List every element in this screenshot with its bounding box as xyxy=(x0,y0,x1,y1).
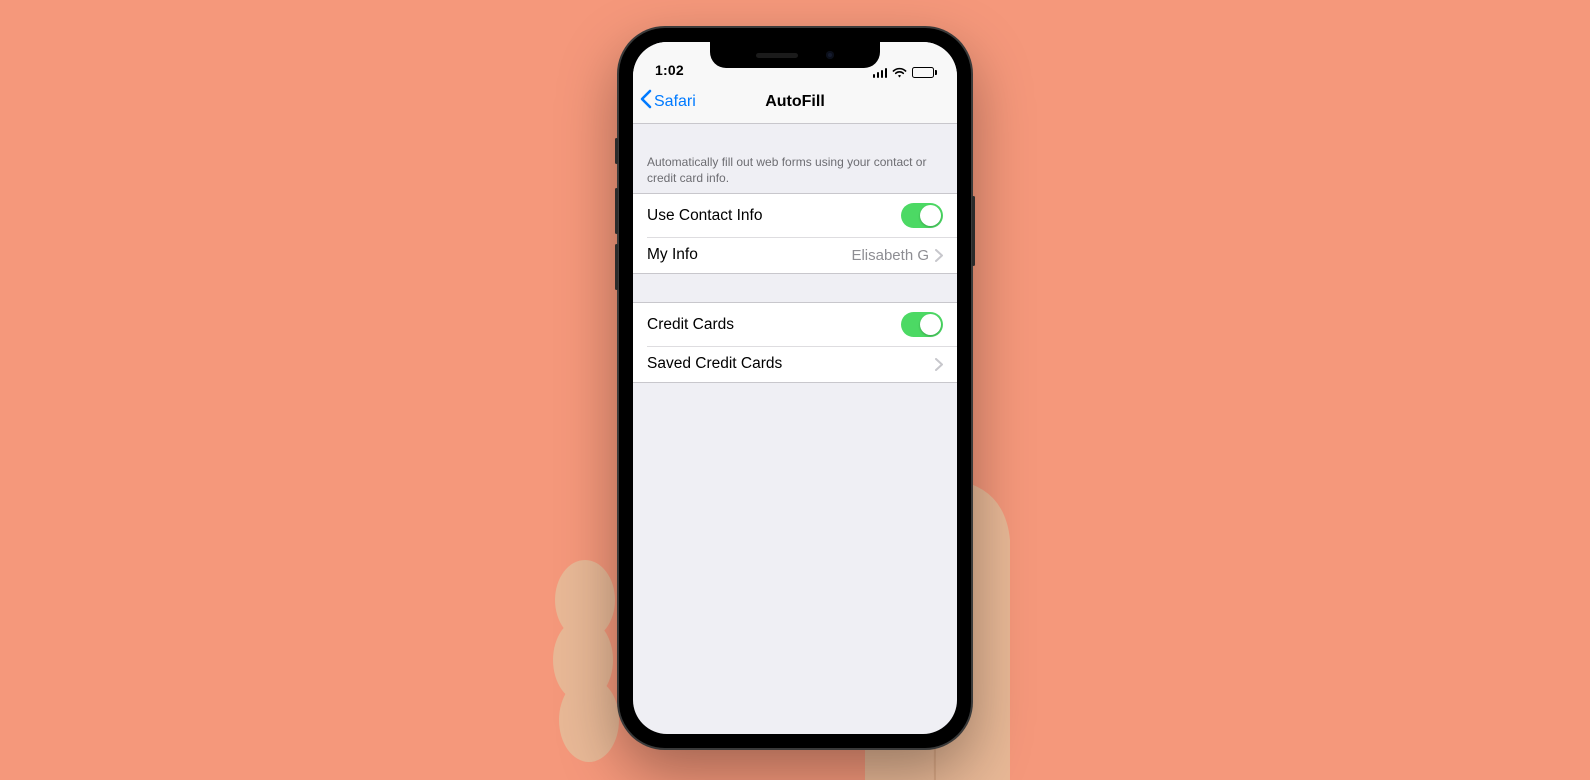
silent-switch xyxy=(615,138,618,164)
chevron-right-icon xyxy=(935,249,943,262)
credit-cards-label: Credit Cards xyxy=(647,316,901,334)
screen: 1:02 xyxy=(633,42,957,734)
settings-content: Automatically fill out web forms using y… xyxy=(633,124,957,383)
iphone-frame: 1:02 xyxy=(619,28,971,748)
back-label: Safari xyxy=(654,93,696,111)
section-description: Automatically fill out web forms using y… xyxy=(633,124,957,193)
front-camera xyxy=(826,51,834,59)
use-contact-info-toggle[interactable] xyxy=(901,203,943,228)
credit-cards-row: Credit Cards xyxy=(633,303,957,346)
chevron-right-icon xyxy=(935,358,943,371)
page-title: AutoFill xyxy=(765,93,825,111)
battery-icon xyxy=(912,67,937,78)
saved-credit-cards-label: Saved Credit Cards xyxy=(647,355,935,373)
cellular-signal-icon xyxy=(873,68,888,78)
earpiece-speaker xyxy=(756,53,798,58)
credit-cards-toggle[interactable] xyxy=(901,312,943,337)
power-button xyxy=(972,196,975,266)
my-info-label: My Info xyxy=(647,246,851,264)
notch xyxy=(710,42,880,68)
volume-up-button xyxy=(615,188,618,234)
use-contact-info-row: Use Contact Info xyxy=(633,194,957,237)
group-spacer xyxy=(633,274,957,302)
navigation-bar: Safari AutoFill xyxy=(633,80,957,124)
volume-down-button xyxy=(615,244,618,290)
my-info-value: Elisabeth G xyxy=(851,247,929,264)
status-time: 1:02 xyxy=(655,62,684,78)
chevron-left-icon xyxy=(639,89,652,114)
credit-cards-group: Credit Cards Saved Credit Cards xyxy=(633,302,957,383)
status-icons xyxy=(873,67,938,78)
my-info-row[interactable]: My Info Elisabeth G xyxy=(633,237,957,273)
wifi-icon xyxy=(892,67,907,78)
back-button[interactable]: Safari xyxy=(639,80,696,123)
contact-info-group: Use Contact Info My Info Elisabeth G xyxy=(633,193,957,274)
use-contact-info-label: Use Contact Info xyxy=(647,207,901,225)
saved-credit-cards-row[interactable]: Saved Credit Cards xyxy=(633,346,957,382)
